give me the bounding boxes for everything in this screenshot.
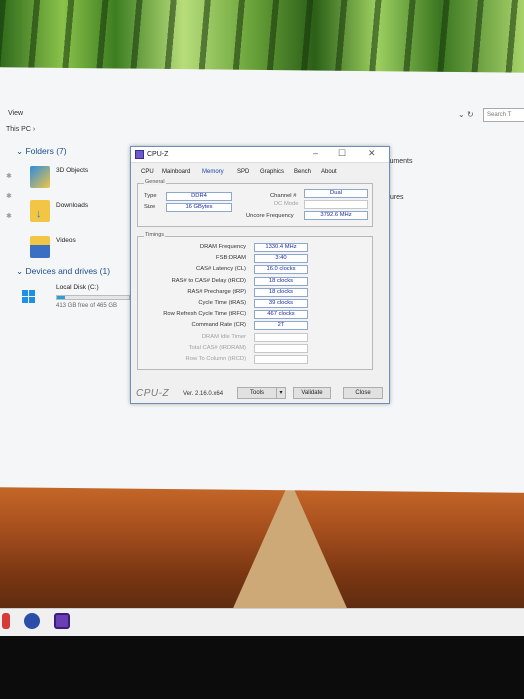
view-menu[interactable]: View [8,110,23,117]
folder-item-downloads[interactable]: Downloads [56,202,88,209]
timing-label: FSB:DRAM [216,255,246,262]
timing-value: 467 clocks [254,310,308,320]
folders-header-label: Folders (7) [25,146,67,156]
tab-spd[interactable]: SPD [237,169,249,175]
general-group: General Type DDR4 Size 16 GBytes Channel… [137,179,373,227]
timing-label: RAS# Precharge (tRP) [187,288,246,295]
timing-label: Cycle Time (tRAS) [198,300,246,306]
timing-value: 3:40 [254,254,308,264]
close-button[interactable]: Close [343,387,383,399]
pin-icon: ✱ [6,193,12,200]
tab-bench[interactable]: Bench [294,169,311,175]
windows-drive-icon[interactable] [22,290,36,304]
devices-section-header[interactable]: ⌄ Devices and drives (1) [16,266,110,277]
folders-section-header[interactable]: ⌄ Folders (7) [16,146,67,157]
tab-graphics[interactable]: Graphics [260,169,284,175]
timing-value: 18 clocks [254,276,308,286]
chevron-down-icon[interactable]: ⌄ [458,110,465,119]
downloads-folder-icon[interactable]: ↓ [30,200,50,222]
timing-label: DRAM Frequency [199,244,246,250]
window-title: CPU-Z [147,151,169,158]
nav-controls[interactable]: ⌄ ↻ [458,110,474,119]
timing-label: Total CAS# (tRDRAM) [188,344,246,351]
cpuz-window: CPU-Z – ☐ ✕ CPU Mainboard Memory SPD Gra… [130,146,390,404]
timing-label: Row Refresh Cycle Time (tRFC) [163,311,246,318]
size-value: 16 GBytes [166,203,232,212]
wallpaper-path [230,480,350,615]
timings-group-title: Timings [144,232,166,238]
cpuz-logo: CPU-Z [136,388,170,399]
cpuz-app-icon [135,150,144,159]
channel-value: Dual [304,189,368,198]
validate-button[interactable]: Validate [293,387,331,399]
timing-value [254,355,308,364]
timing-label: Row To Column (tRCD) [185,356,246,362]
drive-usage-bar [56,295,130,300]
timing-value [254,332,308,342]
pin-icon: ✱ [6,173,12,180]
uncore-frequency-value: 3792.6 MHz [304,211,368,220]
tab-about[interactable]: About [321,169,337,175]
folder-item-3d-objects[interactable]: 3D Objects [56,167,88,174]
devices-header-label: Devices and drives (1) [25,266,111,276]
timing-value: 1330.4 MHz [254,243,308,252]
shield-app-icon[interactable] [2,613,10,629]
uncore-frequency-label: Uncore Frequency [246,213,294,219]
timing-value: 39 clocks [254,299,308,308]
drive-usage-fill [57,296,65,299]
tab-memory[interactable]: Memory [202,169,224,175]
tools-button[interactable]: Tools [237,387,277,399]
timing-value [254,343,308,353]
download-arrow-icon: ↓ [36,208,42,220]
cpuz-titlebar[interactable]: CPU-Z – ☐ ✕ [131,147,389,163]
tab-cpu[interactable]: CPU [141,169,154,175]
minimize-button[interactable]: – [313,148,318,158]
drive-label[interactable]: Local Disk (C:) [56,284,99,291]
timing-value: 2T [254,321,308,331]
version-text: Ver. 2.16.0.x64 [183,391,224,397]
channel-label: Channel # [270,193,297,199]
timing-label: RAS# to CAS# Delay (tRCD) [171,277,246,284]
type-label: Type [144,193,157,199]
pin-icon: ✱ [6,213,12,220]
taskbar [0,608,524,636]
drive-free-space: 413 GB free of 465 GB [56,303,118,309]
breadcrumb[interactable]: This PC › [6,126,35,133]
3d-objects-folder-icon[interactable] [30,166,50,188]
timing-label: CAS# Latency (CL) [196,266,246,273]
tools-dropdown-arrow[interactable]: ▾ [276,387,286,399]
folder-item-videos[interactable]: Videos [56,237,76,244]
search-input[interactable]: Search T [483,108,524,122]
tab-mainboard[interactable]: Mainboard [162,169,190,175]
xbox-app-icon[interactable] [24,613,40,629]
timing-label: Command Rate (CR) [191,322,246,329]
general-group-title: General [144,179,166,185]
dc-mode-value [304,200,368,209]
close-button[interactable]: ✕ [368,148,376,159]
cpuz-taskbar-icon[interactable] [54,613,70,629]
monitor-bezel [0,636,524,699]
size-label: Size [144,204,156,210]
folder-item-pictures[interactable]: tures [388,194,404,201]
timings-group: Timings DRAM Frequency 1330.4 MHz FSB:DRAM… [137,232,373,370]
timing-value: 18 clocks [254,287,308,297]
timing-label: DRAM Idle Timer [201,333,246,340]
refresh-icon[interactable]: ↻ [467,110,474,119]
timing-value: 16.0 clocks [254,265,308,275]
type-value: DDR4 [166,192,232,201]
dc-mode-label: DC Mode [274,201,299,207]
maximize-button[interactable]: ☐ [338,148,346,159]
videos-folder-icon[interactable] [30,236,50,258]
